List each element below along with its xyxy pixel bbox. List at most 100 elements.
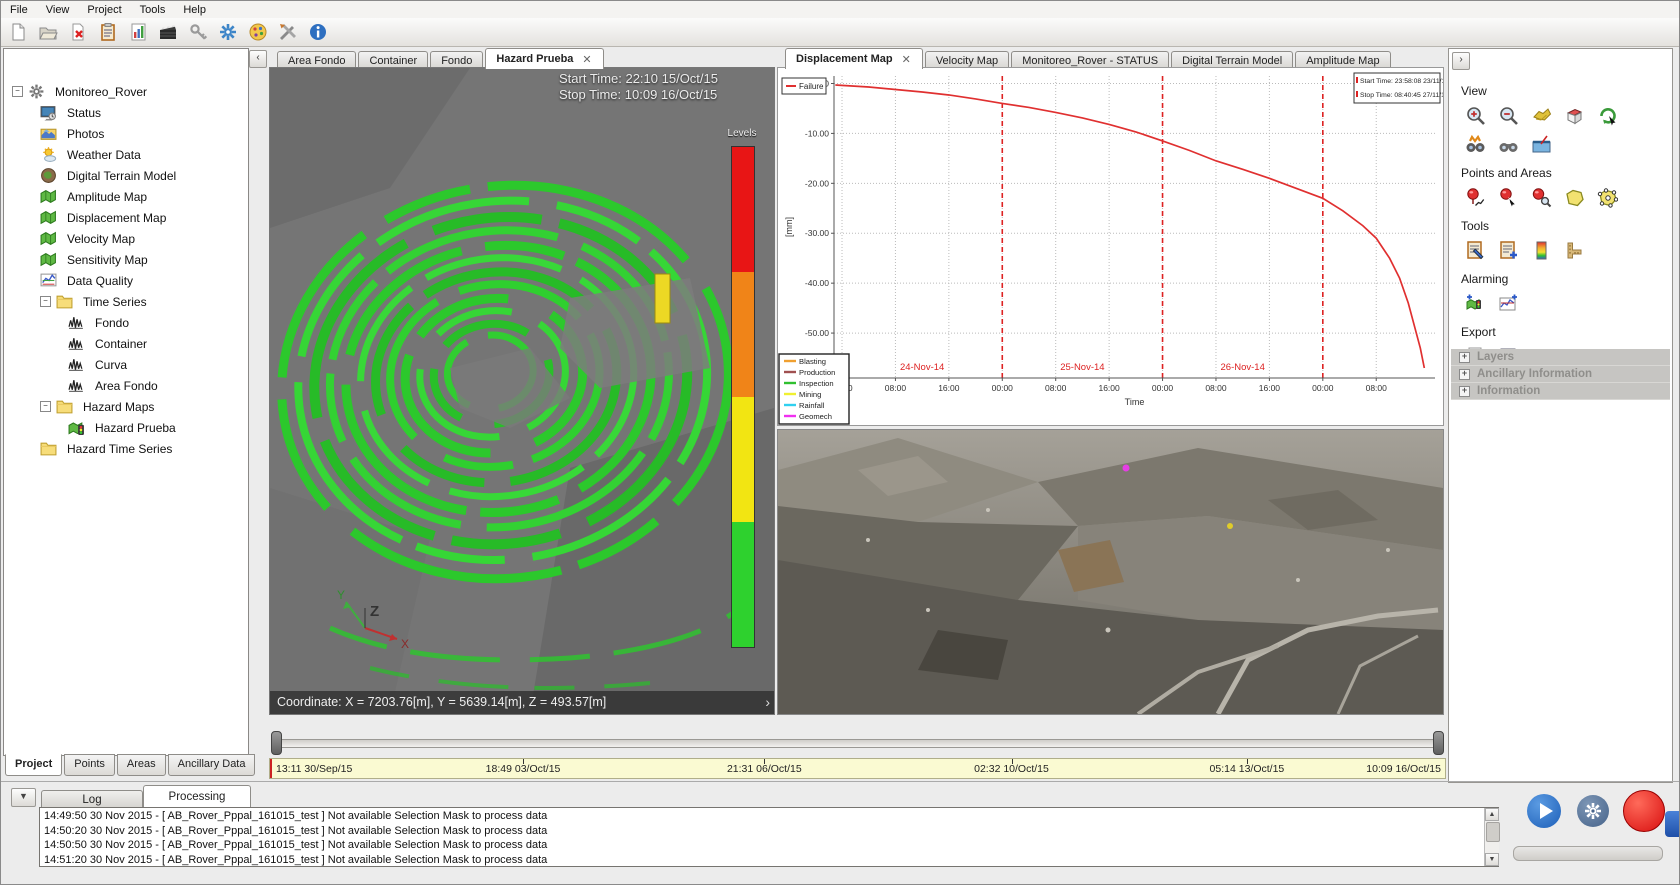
expand-plus-icon[interactable]: + [1459, 352, 1470, 363]
info-button[interactable] [304, 19, 332, 46]
tree-item-label: Fondo [95, 316, 129, 330]
left-tab-areas[interactable]: Areas [117, 754, 166, 776]
water-level-button[interactable] [1527, 131, 1555, 157]
tree-item-velocity-map[interactable]: Velocity Map [4, 228, 248, 249]
rotate-view-button[interactable] [1593, 102, 1621, 128]
cube-button[interactable] [1560, 102, 1588, 128]
tree-item-curva[interactable]: Curva [4, 354, 248, 375]
expand-plus-icon[interactable]: + [1459, 386, 1470, 397]
log-collapse-button[interactable]: ▼ [11, 788, 36, 807]
tab-label: Displacement Map [796, 53, 893, 65]
tree-item-monitoreo-rover[interactable]: −Monitoreo_Rover [4, 81, 248, 102]
report-add-button[interactable] [1494, 237, 1522, 263]
binoculars-orange-button[interactable] [1461, 131, 1489, 157]
tree-item-time-series[interactable]: −Time Series [4, 291, 248, 312]
menu-view[interactable]: View [37, 3, 79, 17]
bottom-scrollbar[interactable] [1513, 846, 1663, 861]
zoom-out-button[interactable] [1494, 102, 1522, 128]
close-tab-icon[interactable]: ✕ [901, 53, 912, 66]
collapse-left-panel-button[interactable]: ‹ [249, 50, 267, 68]
scroll-up-icon[interactable]: ▲ [1485, 808, 1499, 821]
settings-gear-button[interactable] [214, 19, 242, 46]
tree-expander-icon[interactable]: − [40, 401, 51, 412]
menu-tools[interactable]: Tools [131, 3, 175, 17]
new-file-button[interactable] [4, 19, 32, 46]
play-button[interactable] [1527, 794, 1561, 828]
tree-item-fondo[interactable]: Fondo [4, 312, 248, 333]
edge-widget-icon[interactable] [1665, 811, 1680, 837]
measure-button[interactable] [1560, 237, 1588, 263]
timeline-track[interactable] [271, 739, 1444, 748]
zoom-in-button[interactable] [1461, 102, 1489, 128]
scroll-thumb[interactable] [1486, 822, 1500, 842]
tree-item-hazard-time-series[interactable]: Hazard Time Series [4, 438, 248, 459]
timeline-handle-right[interactable] [1433, 731, 1444, 755]
report-edit-button[interactable] [1461, 237, 1489, 263]
key-button[interactable] [184, 19, 212, 46]
tree-item-status[interactable]: Status [4, 102, 248, 123]
corner-chevron-icon[interactable]: › [765, 691, 770, 714]
point-analysis-button[interactable] [1461, 184, 1489, 210]
area-create-button[interactable] [1560, 184, 1588, 210]
collapsed-section-ancillary-information[interactable]: +Ancillary Information [1451, 366, 1670, 383]
expand-plus-icon[interactable]: + [1459, 369, 1470, 380]
tree-item-digital-terrain-model[interactable]: Digital Terrain Model [4, 165, 248, 186]
collapsed-section-information[interactable]: +Information [1451, 383, 1670, 400]
tree-item-weather-data[interactable]: Weather Data [4, 144, 248, 165]
scroll-down-icon[interactable]: ▼ [1485, 853, 1499, 866]
tree-item-sensitivity-map[interactable]: Sensitivity Map [4, 249, 248, 270]
delete-file-icon [68, 22, 88, 42]
left-tab-points[interactable]: Points [64, 754, 115, 776]
menu-file[interactable]: File [1, 3, 37, 17]
binoculars-gray-button[interactable] [1494, 131, 1522, 157]
palette-button[interactable] [244, 19, 272, 46]
tree-item-photos[interactable]: Photos [4, 123, 248, 144]
tree-item-hazard-prueba[interactable]: Hazard Prueba [4, 417, 248, 438]
left-tab-ancillary-data[interactable]: Ancillary Data [168, 754, 256, 776]
movie-button[interactable] [154, 19, 182, 46]
log-tab-processing[interactable]: Processing [143, 785, 251, 807]
alarm-graph-button[interactable] [1494, 290, 1522, 316]
point-search-button[interactable] [1527, 184, 1555, 210]
tree-expander-icon[interactable]: − [40, 296, 51, 307]
photo-marker-magenta [1123, 465, 1130, 472]
tree-item-displacement-map[interactable]: Displacement Map [4, 207, 248, 228]
svg-text:Inspection: Inspection [799, 379, 834, 388]
color-scale-button[interactable] [1527, 237, 1555, 263]
report-button[interactable] [94, 19, 122, 46]
tree-item-container[interactable]: Container [4, 333, 248, 354]
chart-report-button[interactable] [124, 19, 152, 46]
timeline-handle-left[interactable] [271, 731, 282, 755]
point-select-button[interactable] [1494, 184, 1522, 210]
map-icon [40, 188, 57, 205]
record-button[interactable] [1623, 790, 1665, 832]
view-3d-button[interactable] [1527, 102, 1555, 128]
svg-text:Start Time: 23:58:08 23/11/14: Start Time: 23:58:08 23/11/14 [1360, 78, 1443, 85]
open-folder-button[interactable] [34, 19, 62, 46]
menu-help[interactable]: Help [174, 3, 215, 17]
svg-text:00:00: 00:00 [1312, 383, 1334, 393]
collapsed-section-layers[interactable]: +Layers [1451, 349, 1670, 366]
tree-item-label: Area Fondo [95, 379, 158, 393]
left-tab-project[interactable]: Project [5, 754, 62, 776]
tree-item-amplitude-map[interactable]: Amplitude Map [4, 186, 248, 207]
divider [1, 781, 1680, 782]
tree-item-hazard-maps[interactable]: −Hazard Maps [4, 396, 248, 417]
expand-right-panel-button[interactable]: › [1452, 52, 1470, 70]
viewer-tab-hazard-prueba[interactable]: Hazard Prueba✕ [485, 48, 603, 69]
hazard-alarm-button[interactable] [1461, 290, 1489, 316]
tools-button[interactable] [274, 19, 302, 46]
close-tab-icon[interactable]: ✕ [581, 53, 592, 66]
tree-item-area-fondo[interactable]: Area Fondo [4, 375, 248, 396]
tree-item-data-quality[interactable]: Data Quality [4, 270, 248, 291]
tree-expander-icon[interactable]: − [12, 86, 23, 97]
timeline-tick [764, 759, 765, 764]
tree-item-label: Digital Terrain Model [67, 169, 176, 183]
area-edit-button[interactable] [1593, 184, 1621, 210]
processing-settings-button[interactable] [1577, 795, 1609, 827]
log-list[interactable]: 14:49:50 30 Nov 2015 - [ AB_Rover_Pppal_… [39, 807, 1499, 867]
log-scrollbar[interactable]: ▲ ▼ [1484, 808, 1499, 866]
chart-tab-displacement-map[interactable]: Displacement Map ✕ [785, 48, 923, 69]
delete-file-button[interactable] [64, 19, 92, 46]
menu-project[interactable]: Project [78, 3, 130, 17]
